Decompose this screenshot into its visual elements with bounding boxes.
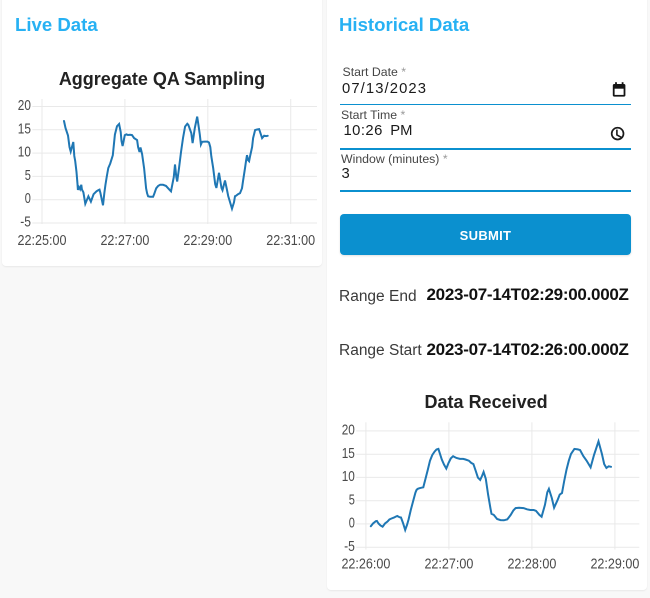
svg-text:20: 20 — [18, 97, 31, 114]
svg-text:22:29:00: 22:29:00 — [183, 233, 232, 249]
svg-text:Aggregate QA Sampling: Aggregate QA Sampling — [59, 69, 265, 89]
svg-text:22:26:00: 22:26:00 — [341, 557, 390, 573]
svg-text:20: 20 — [342, 422, 355, 439]
svg-text:Data Received: Data Received — [425, 392, 548, 412]
svg-text:10: 10 — [342, 468, 355, 485]
svg-text:15: 15 — [342, 445, 355, 462]
svg-text:22:28:00: 22:28:00 — [507, 557, 556, 573]
svg-text:22:27:00: 22:27:00 — [424, 557, 473, 573]
svg-text:0: 0 — [25, 190, 31, 207]
svg-text:22:27:00: 22:27:00 — [100, 233, 149, 249]
svg-text:10: 10 — [18, 144, 31, 161]
svg-text:0: 0 — [349, 515, 355, 532]
svg-text:22:29:00: 22:29:00 — [590, 557, 639, 573]
svg-text:5: 5 — [349, 491, 355, 508]
svg-text:-5: -5 — [20, 214, 31, 231]
svg-text:22:31:00: 22:31:00 — [266, 233, 315, 249]
svg-text:22:25:00: 22:25:00 — [18, 233, 67, 249]
svg-text:5: 5 — [25, 167, 31, 184]
svg-text:15: 15 — [18, 120, 31, 137]
svg-text:-5: -5 — [344, 538, 355, 555]
